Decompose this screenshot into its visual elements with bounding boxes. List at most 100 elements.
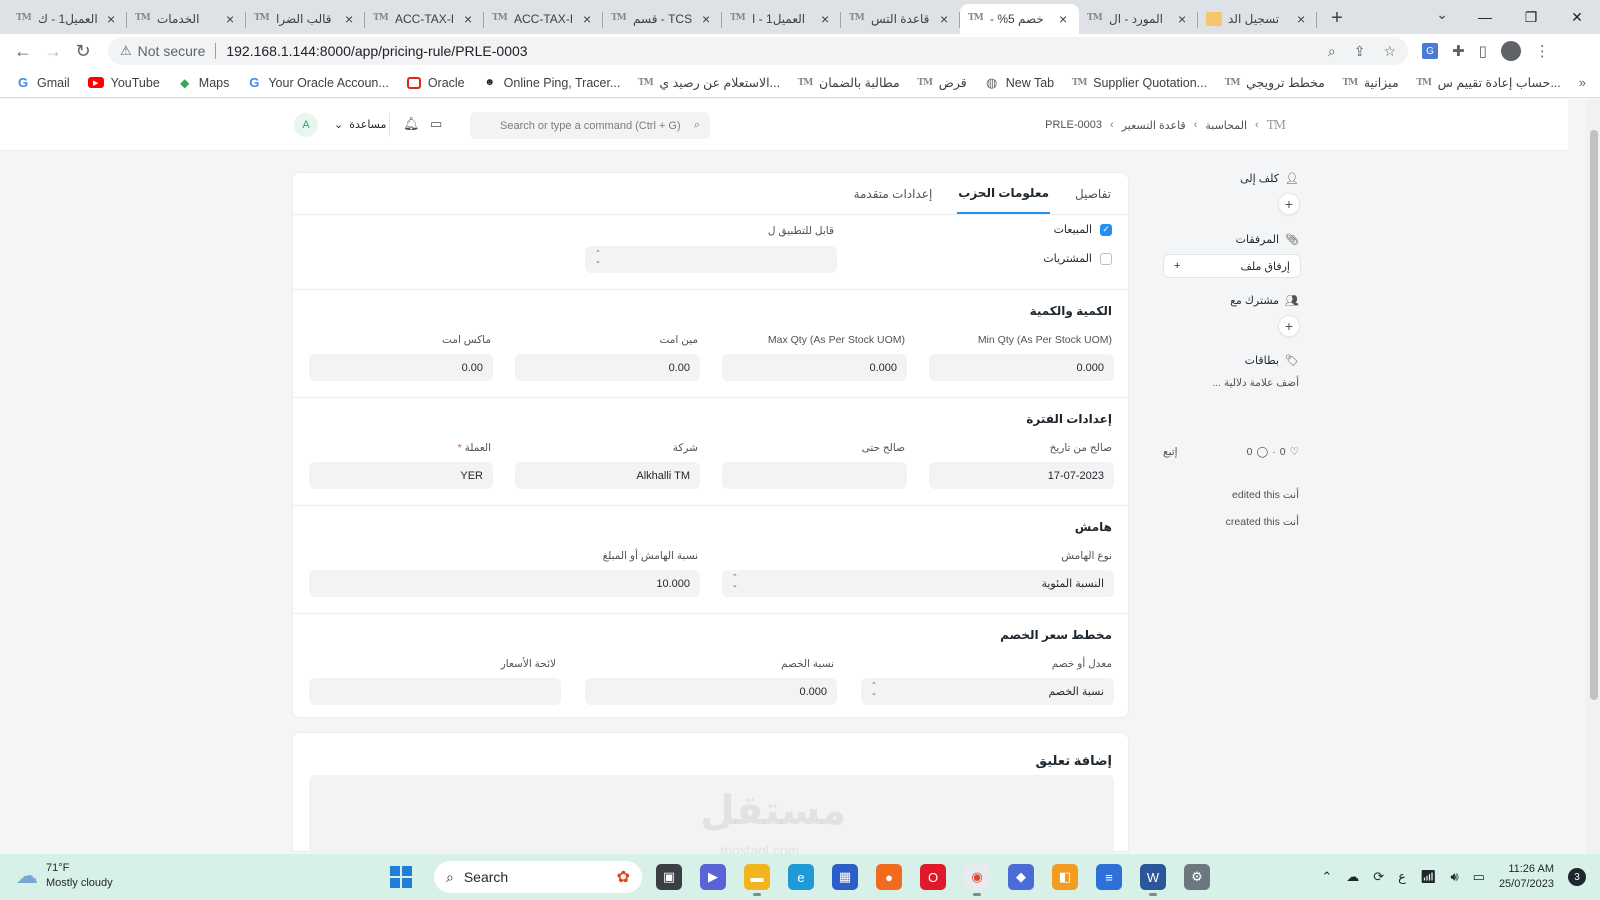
tab-party-information[interactable]: معلومات الحزب bbox=[957, 173, 1051, 214]
close-tab-icon[interactable]: × bbox=[226, 11, 238, 27]
tab-advanced-settings[interactable]: إعدادات متقدمة bbox=[853, 173, 934, 214]
notepad-icon[interactable]: ≡ bbox=[1096, 864, 1122, 890]
selling-checkbox-row[interactable]: ✓ المبيعات bbox=[1054, 223, 1112, 236]
browser-tab[interactable]: TM العميل1 - ك × bbox=[8, 4, 127, 34]
bookmark-item[interactable]: TM قرض bbox=[917, 75, 966, 90]
close-tab-icon[interactable]: × bbox=[702, 11, 714, 27]
volume-icon[interactable]: 🔊︎ bbox=[1450, 869, 1458, 885]
wifi-icon[interactable]: 📶︎ bbox=[1420, 869, 1437, 885]
browser-tab[interactable]: تسجيل الد × bbox=[1198, 4, 1317, 34]
comment-icon[interactable]: ◯ bbox=[1256, 446, 1268, 458]
close-window-icon[interactable]: ✕ bbox=[1554, 0, 1600, 34]
bookmark-item[interactable]: Oracle bbox=[406, 76, 465, 90]
close-tab-icon[interactable]: × bbox=[821, 11, 833, 27]
new-tab-button[interactable]: + bbox=[1323, 4, 1351, 32]
avatar[interactable]: A bbox=[294, 113, 318, 137]
margin-rate-field[interactable]: 10.000 bbox=[309, 570, 700, 597]
browser-tab[interactable]: TM TCS - قسم × bbox=[603, 4, 722, 34]
chat-icon[interactable]: ▭ bbox=[430, 116, 442, 132]
cloud-off-icon[interactable]: ☁ bbox=[1346, 869, 1359, 885]
rate-or-discount-select[interactable]: نسبة الخصم bbox=[861, 678, 1114, 705]
selling-checkbox[interactable]: ✓ bbox=[1100, 223, 1112, 236]
taskbar-search[interactable]: ⌕ Search ✿ bbox=[434, 861, 642, 893]
company-field[interactable]: Alkhalli TM bbox=[515, 462, 700, 489]
bookmark-item[interactable]: TM Supplier Quotation... bbox=[1072, 76, 1207, 90]
app-icon[interactable]: ◆ bbox=[1008, 864, 1034, 890]
notification-badge[interactable]: 3 bbox=[1568, 868, 1586, 886]
sync-icon[interactable]: ⟳ bbox=[1373, 869, 1384, 885]
close-tab-icon[interactable]: × bbox=[940, 11, 952, 27]
store-icon[interactable]: ▦ bbox=[832, 864, 858, 890]
command-search-input[interactable]: Search or type a command (Ctrl + G) ⌕ bbox=[470, 112, 710, 139]
chrome-icon[interactable]: ◉ bbox=[964, 864, 990, 896]
app-logo-icon[interactable]: TM bbox=[1267, 118, 1286, 132]
battery-icon[interactable]: ▭ bbox=[1473, 869, 1485, 885]
max-amount-field[interactable]: 0.00 bbox=[309, 354, 493, 381]
side-panel-icon[interactable]: ▯ bbox=[1479, 42, 1487, 60]
bookmark-item[interactable]: G Your Oracle Accoun... bbox=[247, 75, 389, 90]
add-share-button[interactable]: + bbox=[1278, 315, 1300, 337]
add-assignee-button[interactable]: + bbox=[1278, 193, 1300, 215]
teams-icon[interactable]: ▶ bbox=[700, 864, 726, 890]
close-tab-icon[interactable]: × bbox=[345, 11, 357, 27]
browser-tab[interactable]: TM قالب الضرا × bbox=[246, 4, 365, 34]
breadcrumb-pricing-rule[interactable]: قاعدة التسعير bbox=[1122, 119, 1186, 132]
reload-icon[interactable]: ↻ bbox=[68, 36, 98, 66]
browser-tab[interactable]: TM العميل1 - ا × bbox=[722, 4, 841, 34]
close-tab-icon[interactable]: × bbox=[464, 11, 476, 27]
input-language[interactable]: ع bbox=[1398, 869, 1406, 885]
windows-start-icon[interactable] bbox=[390, 866, 412, 888]
breadcrumb-accounting[interactable]: المحاسبة bbox=[1205, 119, 1247, 132]
share-icon[interactable]: ⇪ bbox=[1354, 43, 1366, 60]
buying-checkbox-row[interactable]: المشتريات bbox=[1043, 252, 1112, 265]
scrollbar-thumb[interactable] bbox=[1590, 130, 1598, 700]
applicable-for-select[interactable] bbox=[585, 246, 837, 273]
menu-kebab-icon[interactable]: ⋮ bbox=[1535, 42, 1550, 60]
app-icon[interactable]: ◧ bbox=[1052, 864, 1078, 890]
currency-field[interactable]: YER bbox=[309, 462, 493, 489]
max-qty-field[interactable]: 0.000 bbox=[722, 354, 907, 381]
opera-icon[interactable]: O bbox=[920, 864, 946, 890]
close-tab-icon[interactable]: × bbox=[583, 11, 595, 27]
file-explorer-icon[interactable]: ▬ bbox=[744, 864, 770, 896]
tray-overflow-icon[interactable]: ⌃ bbox=[1321, 869, 1332, 885]
url-text[interactable]: 192.168.1.144:8000/app/pricing-rule/PRLE… bbox=[226, 43, 1328, 59]
forward-icon[interactable]: → bbox=[38, 36, 68, 66]
follow-link[interactable]: إتبع bbox=[1163, 446, 1178, 458]
notification-bell-icon[interactable]: 🔔︎ bbox=[403, 116, 420, 132]
valid-upto-field[interactable] bbox=[722, 462, 907, 489]
bookmark-item[interactable]: ☻ Online Ping, Tracer... bbox=[483, 76, 620, 90]
bookmark-item[interactable]: TM ميزانية bbox=[1343, 75, 1399, 90]
margin-type-select[interactable]: النسبة المئوية bbox=[722, 570, 1114, 597]
close-tab-icon[interactable]: × bbox=[1178, 11, 1190, 27]
bookmark-item[interactable]: G Gmail bbox=[16, 75, 70, 90]
browser-tab[interactable]: TM المورد - ال × bbox=[1079, 4, 1198, 34]
zoom-icon[interactable]: ⌕ bbox=[1328, 43, 1336, 60]
bookmarks-overflow-icon[interactable]: » bbox=[1579, 75, 1586, 90]
price-list-field[interactable] bbox=[309, 678, 561, 705]
back-icon[interactable]: ← bbox=[8, 36, 38, 66]
bookmark-item[interactable]: ▶ YouTube bbox=[87, 76, 160, 90]
minimize-icon[interactable]: — bbox=[1462, 0, 1508, 34]
help-dropdown[interactable]: ⌄ مساعدة bbox=[334, 118, 386, 131]
browser-tab[interactable]: TM خصم 5% - × bbox=[960, 4, 1079, 34]
tab-details[interactable]: تفاصيل bbox=[1074, 173, 1112, 214]
discount-percentage-field[interactable]: 0.000 bbox=[585, 678, 837, 705]
address-bar[interactable]: ⚠ Not secure 192.168.1.144:8000/app/pric… bbox=[108, 37, 1408, 65]
close-tab-icon[interactable]: × bbox=[1297, 11, 1309, 27]
task-view-icon[interactable]: ▣ bbox=[656, 864, 682, 890]
settings-gear-icon[interactable]: ⚙ bbox=[1184, 864, 1210, 890]
clock[interactable]: 11:26 AM 25/07/2023 bbox=[1499, 862, 1554, 892]
browser-tab[interactable]: TM ACC-TAX-I × bbox=[484, 4, 603, 34]
valid-from-field[interactable]: 17-07-2023 bbox=[929, 462, 1114, 489]
bookmark-star-icon[interactable]: ☆ bbox=[1383, 43, 1396, 60]
bookmark-item[interactable]: ◆ Maps bbox=[178, 76, 229, 90]
attach-file-button[interactable]: إرفاق ملف + bbox=[1163, 254, 1301, 278]
close-tab-icon[interactable]: × bbox=[107, 11, 119, 27]
bookmark-item[interactable]: TM مطالبة بالضمان bbox=[798, 75, 900, 90]
browser-tab[interactable]: TM قاعدة التس × bbox=[841, 4, 960, 34]
min-amount-field[interactable]: 0.00 bbox=[515, 354, 700, 381]
profile-icon[interactable] bbox=[1500, 41, 1521, 61]
translate-icon[interactable]: G bbox=[1422, 43, 1438, 59]
firefox-icon[interactable]: ● bbox=[876, 864, 902, 890]
